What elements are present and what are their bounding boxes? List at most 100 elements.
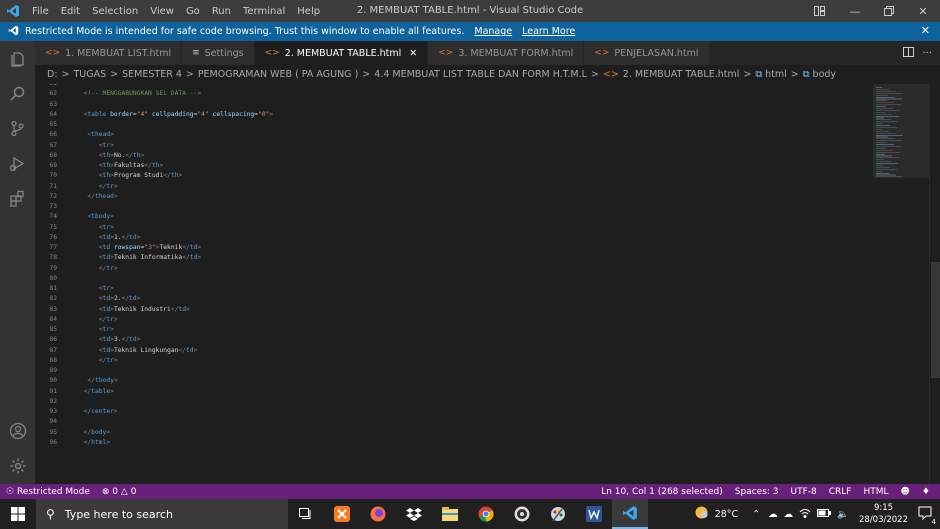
code-line[interactable]: 93 </center> [35, 407, 873, 417]
paint-icon[interactable] [540, 499, 576, 529]
account-icon[interactable] [0, 413, 35, 448]
tab-settings[interactable]: ≡ Settings [182, 41, 255, 65]
notifications-bell-icon[interactable]: ♦ [916, 487, 936, 497]
scrollbar-thumb[interactable] [931, 262, 940, 378]
taskbar-search-input[interactable]: ⚲ Type here to search [36, 499, 288, 529]
task-view-icon[interactable] [288, 499, 324, 529]
tab-penjelasan[interactable]: <> PENJELASAN.html [584, 41, 710, 65]
windows-start-icon[interactable] [0, 499, 36, 529]
code-line[interactable]: 88 </tr> [35, 356, 873, 366]
vscode-logo-icon[interactable] [0, 0, 26, 22]
minimap[interactable] [873, 84, 929, 484]
end-of-line[interactable]: CRLF [823, 487, 858, 497]
minimize-icon[interactable]: — [839, 0, 871, 22]
explorer-icon[interactable] [0, 41, 35, 76]
manage-gear-icon[interactable] [0, 448, 35, 483]
code-line[interactable]: 71 </tr> [35, 182, 873, 192]
tab-membuat-table[interactable]: <> 2. MEMBUAT TABLE.html ✕ [254, 41, 429, 65]
breadcrumb-semester[interactable]: SEMESTER 4 [122, 69, 182, 80]
clock[interactable]: 9:15 28/03/2022 [859, 502, 908, 526]
code-line[interactable]: 96 </html> [35, 438, 873, 448]
menu-run[interactable]: Run [206, 6, 237, 17]
source-control-icon[interactable] [0, 111, 35, 146]
restore-icon[interactable] [873, 0, 905, 22]
breadcrumb-folder[interactable]: 4.4 MEMBUAT LIST TABLE DAN FORM H.T.M.L [374, 69, 587, 80]
breadcrumb-tugas[interactable]: TUGAS [74, 69, 107, 80]
menu-view[interactable]: View [144, 6, 180, 17]
language-mode[interactable]: HTML [857, 487, 894, 497]
wifi-icon[interactable] [799, 508, 811, 521]
code-line[interactable]: 63 [35, 100, 873, 110]
tray-chevron-up-icon[interactable]: ⌃ [752, 509, 760, 520]
menu-edit[interactable]: Edit [55, 6, 86, 17]
vertical-scrollbar[interactable] [929, 84, 940, 484]
dropbox-icon[interactable] [396, 499, 432, 529]
code-line[interactable]: 69 <th>Fakultas</th> [35, 161, 873, 171]
run-debug-icon[interactable] [0, 146, 35, 181]
menu-go[interactable]: Go [180, 6, 206, 17]
code-line[interactable]: 67 <tr> [35, 141, 873, 151]
cursor-position[interactable]: Ln 10, Col 1 (268 selected) [595, 487, 729, 497]
code-line[interactable]: 92 [35, 397, 873, 407]
file-explorer-icon[interactable] [432, 499, 468, 529]
code-line[interactable]: 83 <td>Teknik Industri</td> [35, 305, 873, 315]
code-line[interactable]: 86 <td>3.</td> [35, 335, 873, 345]
extensions-icon[interactable] [0, 181, 35, 216]
close-tab-icon[interactable]: ✕ [409, 48, 417, 59]
restricted-mode-status[interactable]: ☉ Restricted Mode [0, 487, 96, 497]
banner-close-icon[interactable]: ✕ [921, 24, 930, 37]
code-line[interactable]: 64 <table border="4" cellpadding="4" cel… [35, 110, 873, 120]
tab-membuat-list[interactable]: <> 1. MEMBUAT LIST.html [35, 41, 183, 65]
indentation[interactable]: Spaces: 3 [729, 487, 785, 497]
code-line[interactable]: 73 [35, 202, 873, 212]
code-line[interactable]: 70 <th>Program Studi</th> [35, 171, 873, 181]
code-line[interactable]: 94 [35, 417, 873, 427]
firefox-icon[interactable] [360, 499, 396, 529]
feedback-icon[interactable]: ☻ [895, 487, 916, 497]
vscode-taskbar-icon[interactable] [612, 499, 648, 529]
cloud-icon[interactable]: ☁ [784, 509, 794, 520]
learn-more-link[interactable]: Learn More [522, 26, 575, 37]
weather-sun-icon[interactable] [694, 505, 709, 523]
tab-membuat-form[interactable]: <> 3. MEMBUAT FORM.html [428, 41, 585, 65]
battery-icon[interactable] [817, 508, 832, 520]
layout-icon[interactable] [803, 0, 835, 22]
manage-link[interactable]: Manage [474, 26, 512, 37]
breadcrumb-body[interactable]: body [813, 69, 837, 80]
code-line[interactable]: 81 <tr> [35, 284, 873, 294]
menu-help[interactable]: Help [291, 6, 326, 17]
problems-status[interactable]: ⊗ 0 △ 0 [96, 487, 143, 497]
menu-terminal[interactable]: Terminal [237, 6, 291, 17]
encoding[interactable]: UTF-8 [785, 487, 823, 497]
code-line[interactable]: 78 <td>Teknik Informatika</td> [35, 253, 873, 263]
code-line[interactable]: 91 </table> [35, 387, 873, 397]
code-line[interactable]: 66 <thead> [35, 130, 873, 140]
menu-selection[interactable]: Selection [86, 6, 144, 17]
code-line[interactable]: 68 <th>No.</th> [35, 151, 873, 161]
search-icon[interactable] [0, 76, 35, 111]
code-line[interactable]: 75 <tr> [35, 223, 873, 233]
code-line[interactable]: 95 </body> [35, 428, 873, 438]
code-line[interactable]: 65 [35, 120, 873, 130]
breadcrumb-file[interactable]: 2. MEMBUAT TABLE.html [623, 69, 740, 80]
code-line[interactable]: 90 </tbody> [35, 376, 873, 386]
temperature[interactable]: 28°C [715, 509, 738, 520]
more-actions-icon[interactable]: ··· [922, 48, 932, 59]
code-line[interactable]: 82 <td>2.</td> [35, 294, 873, 304]
code-line[interactable]: 89 [35, 366, 873, 376]
close-window-icon[interactable]: ✕ [907, 0, 939, 22]
onedrive-icon[interactable]: ☁ [768, 509, 778, 520]
code-line[interactable]: 85 <tr> [35, 325, 873, 335]
xampp-icon[interactable] [324, 499, 360, 529]
word-icon[interactable] [576, 499, 612, 529]
menu-file[interactable]: File [26, 6, 55, 17]
code-line[interactable]: 76 <td>1.</td> [35, 233, 873, 243]
breadcrumb-html[interactable]: html [765, 69, 787, 80]
code-line[interactable]: 84 </tr> [35, 315, 873, 325]
code-line[interactable]: 74 <tbody> [35, 212, 873, 222]
code-line[interactable]: 72 </thead> [35, 192, 873, 202]
notification-center-icon[interactable]: 4 [918, 506, 937, 526]
code-line[interactable]: 87 <td>Teknik Lingkungan</td> [35, 346, 873, 356]
code-line[interactable]: 79 </tr> [35, 264, 873, 274]
breadcrumb-course[interactable]: PEMOGRAMAN WEB ( PA AGUNG ) [198, 69, 358, 80]
